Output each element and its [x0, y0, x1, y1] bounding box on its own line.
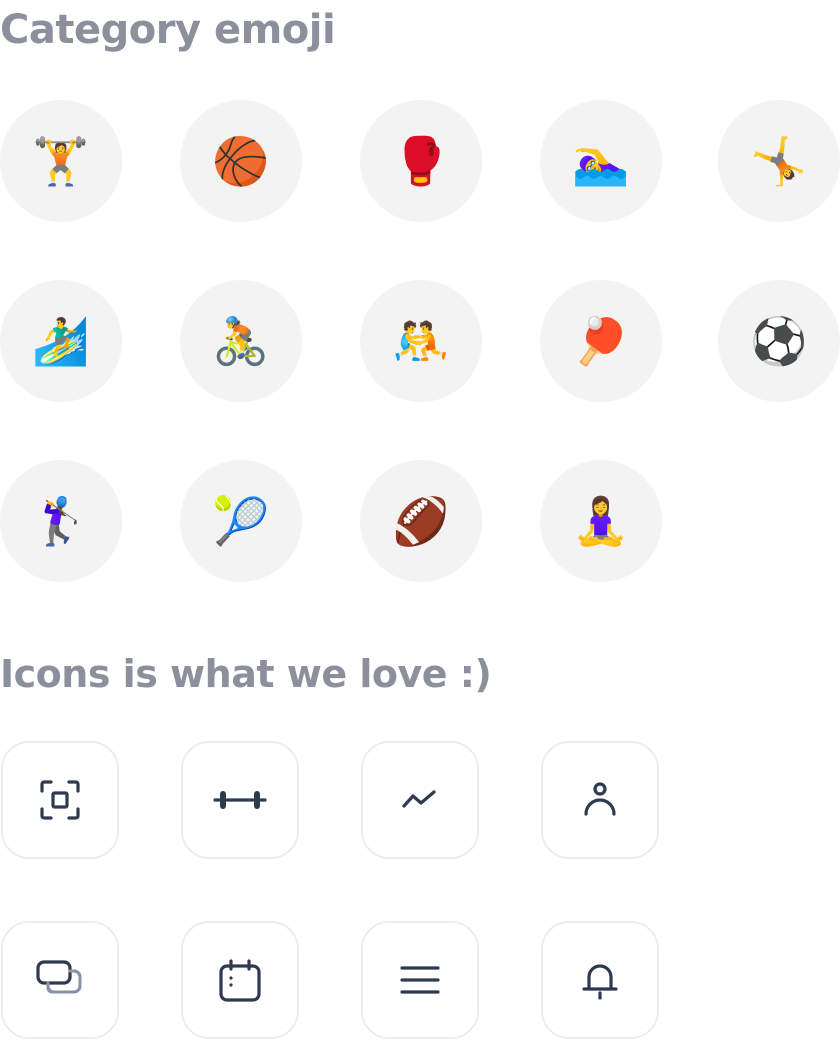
menu-icon: [400, 966, 440, 994]
category-swimming-button[interactable]: 🏊‍♀️: [540, 100, 662, 222]
category-wrestling-button[interactable]: 🤼: [360, 280, 482, 402]
american-football-emoji-icon: 🏈: [392, 494, 450, 548]
boxing-glove-emoji-icon: 🥊: [392, 134, 450, 188]
category-boxing-button[interactable]: 🥊: [360, 100, 482, 222]
layers-icon: [36, 960, 82, 994]
stats-button[interactable]: [361, 741, 479, 859]
menu-button[interactable]: [361, 921, 479, 1039]
calendar-button[interactable]: [181, 921, 299, 1039]
tennis-ball-emoji-icon: 🎾: [212, 494, 270, 548]
layers-button[interactable]: [1, 921, 119, 1039]
scan-icon: [40, 780, 80, 820]
category-golf-button[interactable]: 🏌️‍♀️: [0, 460, 122, 582]
surfer-emoji-icon: 🏄‍♂️: [32, 314, 90, 368]
category-emoji-heading: Category emoji: [0, 7, 336, 53]
yoga-emoji-icon: 🧘‍♀️: [572, 494, 630, 548]
cyclist-emoji-icon: 🚴: [212, 314, 270, 368]
icons-heading: Icons is what we love :): [0, 652, 492, 696]
bell-icon: [582, 964, 618, 1000]
ping-pong-emoji-icon: 🏓: [572, 314, 630, 368]
workout-button[interactable]: [181, 741, 299, 859]
category-american-football-button[interactable]: 🏈: [360, 460, 482, 582]
profile-button[interactable]: [541, 741, 659, 859]
wrestlers-emoji-icon: 🤼: [392, 314, 450, 368]
trend-icon: [402, 790, 436, 808]
category-weightlifting-button[interactable]: 🏋️: [0, 100, 122, 222]
category-gymnastics-button[interactable]: 🤸: [718, 100, 840, 222]
scan-button[interactable]: [1, 741, 119, 859]
category-surfing-button[interactable]: 🏄‍♂️: [0, 280, 122, 402]
category-soccer-button[interactable]: ⚽: [718, 280, 840, 402]
category-basketball-button[interactable]: 🏀: [180, 100, 302, 222]
calendar-icon: [219, 959, 261, 1002]
category-ping-pong-button[interactable]: 🏓: [540, 280, 662, 402]
golfer-emoji-icon: 🏌️‍♀️: [32, 494, 90, 548]
dumbbell-icon: [213, 791, 267, 809]
basketball-emoji-icon: 🏀: [212, 134, 270, 188]
category-tennis-button[interactable]: 🎾: [180, 460, 302, 582]
user-icon: [584, 782, 616, 816]
notifications-button[interactable]: [541, 921, 659, 1039]
weightlifting-emoji-icon: 🏋️: [32, 134, 90, 188]
swimmer-emoji-icon: 🏊‍♀️: [572, 134, 630, 188]
category-yoga-button[interactable]: 🧘‍♀️: [540, 460, 662, 582]
cartwheel-emoji-icon: 🤸: [750, 134, 808, 188]
category-cycling-button[interactable]: 🚴: [180, 280, 302, 402]
soccer-ball-emoji-icon: ⚽: [750, 314, 808, 368]
